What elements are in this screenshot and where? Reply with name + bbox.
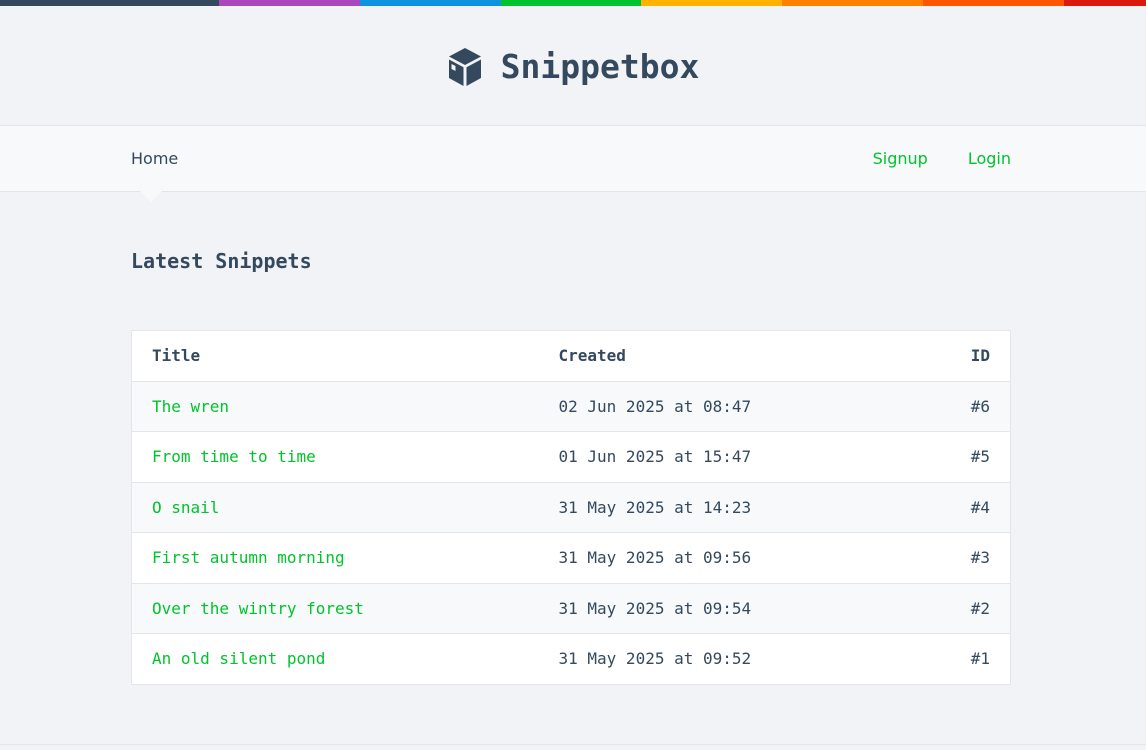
- snippet-id: #3: [838, 532, 1011, 584]
- column-header-id: ID: [838, 330, 1011, 382]
- auth-links: Signup Login: [873, 126, 1011, 191]
- main-nav: Home Signup Login: [0, 125, 1146, 192]
- snippet-created: 31 May 2025 at 14:23: [538, 482, 839, 533]
- snippet-title-link[interactable]: O snail: [152, 498, 219, 517]
- snippets-table: Title Created ID The wren 02 Jun 2025 at…: [131, 330, 1011, 685]
- snippet-created: 01 Jun 2025 at 15:47: [538, 431, 839, 483]
- snippet-title-link[interactable]: An old silent pond: [152, 649, 325, 668]
- active-nav-indicator: [140, 191, 162, 202]
- table-row: From time to time 01 Jun 2025 at 15:47 #…: [131, 431, 1011, 483]
- table-row: The wren 02 Jun 2025 at 08:47 #6: [131, 381, 1011, 432]
- snippet-created: 02 Jun 2025 at 08:47: [538, 381, 839, 432]
- snippet-id: #2: [838, 583, 1011, 634]
- snippet-title-link[interactable]: The wren: [152, 397, 229, 416]
- nav-home-link[interactable]: Home: [131, 126, 178, 191]
- snippet-id: #4: [838, 482, 1011, 533]
- column-header-title: Title: [131, 330, 539, 382]
- table-row: Over the wintry forest 31 May 2025 at 09…: [131, 583, 1011, 634]
- table-row: First autumn morning 31 May 2025 at 09:5…: [131, 532, 1011, 584]
- snippet-id: #5: [838, 431, 1011, 483]
- snippet-id: #1: [838, 633, 1011, 684]
- snippet-title-link[interactable]: From time to time: [152, 447, 316, 466]
- table-row: An old silent pond 31 May 2025 at 09:52 …: [131, 633, 1011, 684]
- snippet-created: 31 May 2025 at 09:56: [538, 532, 839, 584]
- site-header: Snippetbox: [0, 6, 1146, 125]
- snippet-title-link[interactable]: First autumn morning: [152, 548, 345, 567]
- snippet-title-link[interactable]: Over the wintry forest: [152, 599, 364, 618]
- page-title: Latest Snippets: [131, 249, 312, 273]
- nav-signup-link[interactable]: Signup: [873, 126, 928, 192]
- snippet-id: #6: [838, 381, 1011, 432]
- column-header-created: Created: [538, 330, 839, 382]
- snippet-created: 31 May 2025 at 09:54: [538, 583, 839, 634]
- cube-icon: [448, 47, 481, 86]
- table-row: O snail 31 May 2025 at 14:23 #4: [131, 482, 1011, 533]
- nav-login-link[interactable]: Login: [968, 126, 1011, 192]
- table-header-row: Title Created ID: [131, 330, 1011, 382]
- snippet-created: 31 May 2025 at 09:52: [538, 633, 839, 684]
- site-name: Snippetbox: [500, 47, 700, 86]
- brand-link[interactable]: Snippetbox: [447, 46, 700, 88]
- footer-divider: [0, 744, 1146, 745]
